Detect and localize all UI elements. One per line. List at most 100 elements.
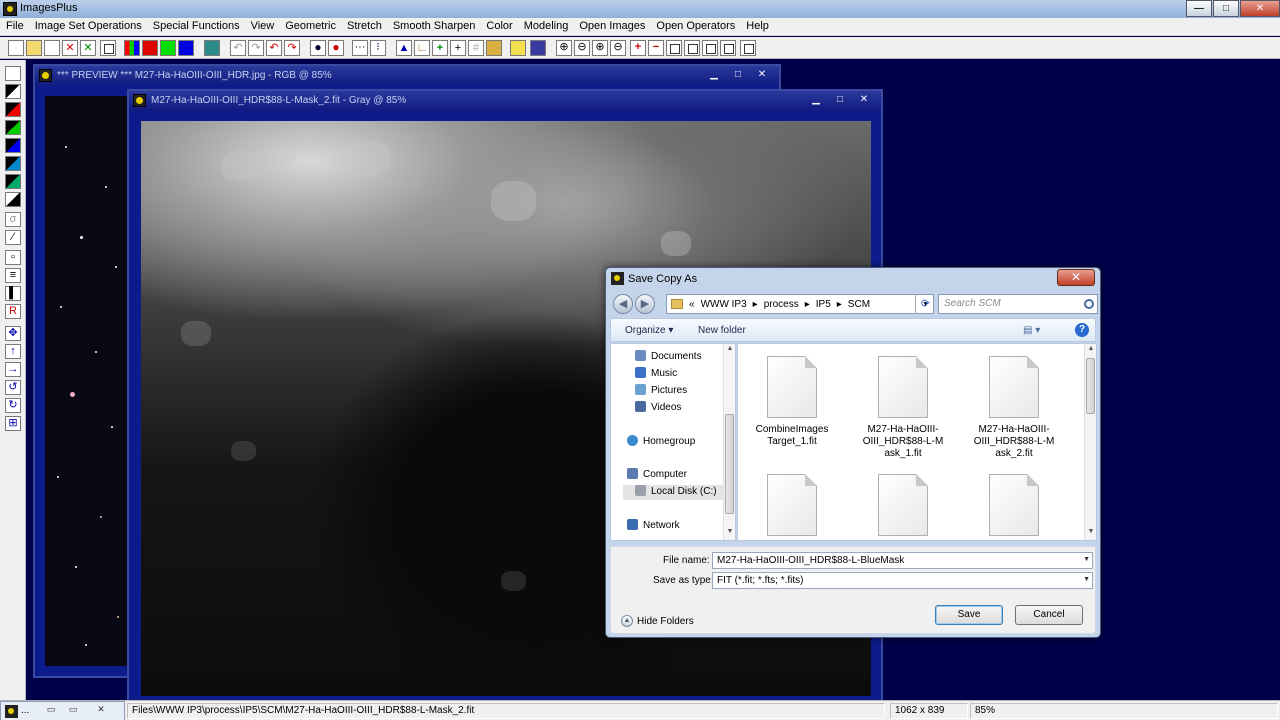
frame-1-icon[interactable] xyxy=(666,40,682,56)
address-bar[interactable]: « WWW IP3 ▸ process ▸ IP5 ▸ SCM ▼ xyxy=(666,294,934,314)
minimized-restore-button[interactable]: ▭ xyxy=(43,704,59,718)
flip-icon[interactable]: ⊞ xyxy=(5,416,21,431)
rotate-left-icon[interactable]: ↺ xyxy=(5,380,21,395)
brush-icon[interactable]: ⁄ xyxy=(5,230,21,245)
black-white-icon[interactable] xyxy=(5,84,21,99)
new-folder-button[interactable]: New folder xyxy=(698,325,746,336)
redo-icon[interactable]: ↷ xyxy=(248,40,264,56)
menu-file[interactable]: File xyxy=(0,18,29,35)
black-cyan-icon[interactable] xyxy=(5,156,21,171)
search-icon[interactable] xyxy=(1084,299,1094,309)
grid-blue-icon[interactable] xyxy=(530,40,546,56)
minimized-maximize-button[interactable]: ▭ xyxy=(65,704,81,718)
menu-modeling[interactable]: Modeling xyxy=(518,18,574,35)
menu-smooth-sharpen[interactable]: Smooth Sharpen xyxy=(387,18,481,35)
file-scroll-up-icon[interactable]: ▲ xyxy=(1085,345,1096,352)
close-image-icon[interactable]: ✕ xyxy=(62,40,78,56)
minimized-window[interactable]: ... ▭ ▭ ✕ xyxy=(0,701,125,720)
rgb-icon[interactable] xyxy=(124,40,140,56)
nav-local-disk[interactable]: Local Disk (C:) xyxy=(623,485,723,500)
menu-special-functions[interactable]: Special Functions xyxy=(147,18,245,35)
black-green-icon[interactable] xyxy=(5,120,21,135)
histogram-icon[interactable]: ▲ xyxy=(396,40,412,56)
nav-videos[interactable]: Videos xyxy=(635,401,681,416)
nav-homegroup[interactable]: Homegroup xyxy=(627,435,695,450)
preview-close-button[interactable]: ✕ xyxy=(751,67,773,83)
file-scroll-thumb[interactable] xyxy=(1086,358,1095,414)
crosshair-icon[interactable]: + xyxy=(450,40,466,56)
nav-scrollbar[interactable]: ▲ ▼ xyxy=(723,344,735,540)
point-red-icon[interactable]: ● xyxy=(328,40,344,56)
save-icon[interactable] xyxy=(44,40,60,56)
file-item[interactable] xyxy=(742,474,842,540)
picture-icon[interactable] xyxy=(486,40,502,56)
copy-icon[interactable] xyxy=(100,40,116,56)
file-name-dropdown-icon[interactable]: ▼ xyxy=(1083,556,1090,563)
frame-4-icon[interactable] xyxy=(720,40,736,56)
menu-color[interactable]: Color xyxy=(480,18,517,35)
frame-3-icon[interactable] xyxy=(702,40,718,56)
file-item[interactable]: CombineImages Target_1.fit xyxy=(742,356,842,448)
magnify-r-icon[interactable]: R xyxy=(5,304,21,319)
undo-all-icon[interactable]: ↶ xyxy=(266,40,282,56)
black-red-icon[interactable] xyxy=(5,102,21,117)
nav-music[interactable]: Music xyxy=(635,367,677,382)
new-icon[interactable] xyxy=(8,40,24,56)
file-scroll-down-icon[interactable]: ▼ xyxy=(1085,528,1096,535)
frame-5-icon[interactable] xyxy=(740,40,756,56)
file-scrollbar[interactable]: ▲ ▼ xyxy=(1084,344,1096,540)
search-input[interactable]: Search SCM xyxy=(938,294,1098,314)
nav-pictures[interactable]: Pictures xyxy=(635,384,687,399)
nav-scroll-thumb[interactable] xyxy=(725,414,734,514)
nav-documents[interactable]: Documents xyxy=(635,350,702,365)
grid-faint-icon[interactable]: # xyxy=(468,40,484,56)
minimized-close-button[interactable]: ✕ xyxy=(93,704,109,718)
menu-view[interactable]: View xyxy=(245,18,280,35)
red-channel-icon[interactable] xyxy=(142,40,158,56)
scroll-up-icon[interactable]: ▲ xyxy=(724,345,735,352)
maximize-button[interactable]: □ xyxy=(1213,0,1239,17)
dotted-points-icon[interactable]: ⁝ xyxy=(370,40,386,56)
save-type-select[interactable]: FIT (*.fit; *.fts; *.fits) ▼ xyxy=(712,572,1093,589)
axis-icon[interactable]: ∟ xyxy=(414,40,430,56)
back-icon[interactable]: ◀ xyxy=(613,294,633,314)
layers-icon[interactable]: ≡ xyxy=(5,268,21,283)
help-icon[interactable]: ? xyxy=(1075,323,1089,337)
menu-help[interactable]: Help xyxy=(740,18,774,35)
menu-image-set-operations[interactable]: Image Set Operations xyxy=(29,18,147,35)
black-blue-icon[interactable] xyxy=(5,138,21,153)
zoom-in-icon[interactable]: ⊕ xyxy=(556,40,572,56)
zoom-100-icon[interactable]: ⊖ xyxy=(610,40,626,56)
nav-network[interactable]: Network xyxy=(627,519,680,534)
file-item[interactable]: M27-Ha-HaOIII-OIII_HDR$88-L-M ask_1.fit xyxy=(853,356,953,460)
nav-computer[interactable]: Computer xyxy=(627,468,687,483)
mask-minimize-button[interactable]: ▁ xyxy=(805,92,827,108)
menu-open-images[interactable]: Open Images xyxy=(573,18,650,35)
mask-window-title-bar[interactable]: M27-Ha-HaOIII-OIII_HDR$88-L-Mask_2.fit -… xyxy=(129,91,881,111)
forward-icon[interactable]: ▶ xyxy=(635,294,655,314)
minimize-button[interactable]: — xyxy=(1186,0,1212,17)
close-button[interactable]: ✕ xyxy=(1240,0,1280,17)
add-icon[interactable]: + xyxy=(630,40,646,56)
view-options-icon[interactable]: ▤ ▾ xyxy=(1023,325,1040,336)
menu-stretch[interactable]: Stretch xyxy=(341,18,387,35)
black-teal-icon[interactable] xyxy=(5,174,21,189)
preview-window-title-bar[interactable]: *** PREVIEW *** M27-Ha-HaOIII-OIII_HDR.j… xyxy=(35,66,779,86)
path-www-ip3[interactable]: WWW IP3 xyxy=(701,299,747,310)
file-item[interactable]: M27-Ha-HaOIII-OIII_HDR$88-L-M ask_2.fit xyxy=(964,356,1064,460)
undo-icon[interactable]: ↶ xyxy=(230,40,246,56)
hide-folders-toggle[interactable]: ▲ Hide Folders xyxy=(621,615,694,627)
crosshair-green-icon[interactable]: + xyxy=(432,40,448,56)
dialog-close-button[interactable]: ✕ xyxy=(1057,269,1095,286)
grid-icon[interactable] xyxy=(204,40,220,56)
green-channel-icon[interactable] xyxy=(160,40,176,56)
white-black-icon[interactable] xyxy=(5,192,21,207)
lasso-icon[interactable]: σ xyxy=(5,212,21,227)
path-process[interactable]: process xyxy=(764,299,799,310)
path-scm[interactable]: SCM xyxy=(848,299,870,310)
zoom-out-icon[interactable]: ⊖ xyxy=(574,40,590,56)
arrow-up-icon[interactable]: ↑ xyxy=(5,344,21,359)
save-type-dropdown-icon[interactable]: ▼ xyxy=(1083,576,1090,583)
file-item[interactable] xyxy=(964,474,1064,540)
zoom-fit-icon[interactable]: ⊕ xyxy=(592,40,608,56)
